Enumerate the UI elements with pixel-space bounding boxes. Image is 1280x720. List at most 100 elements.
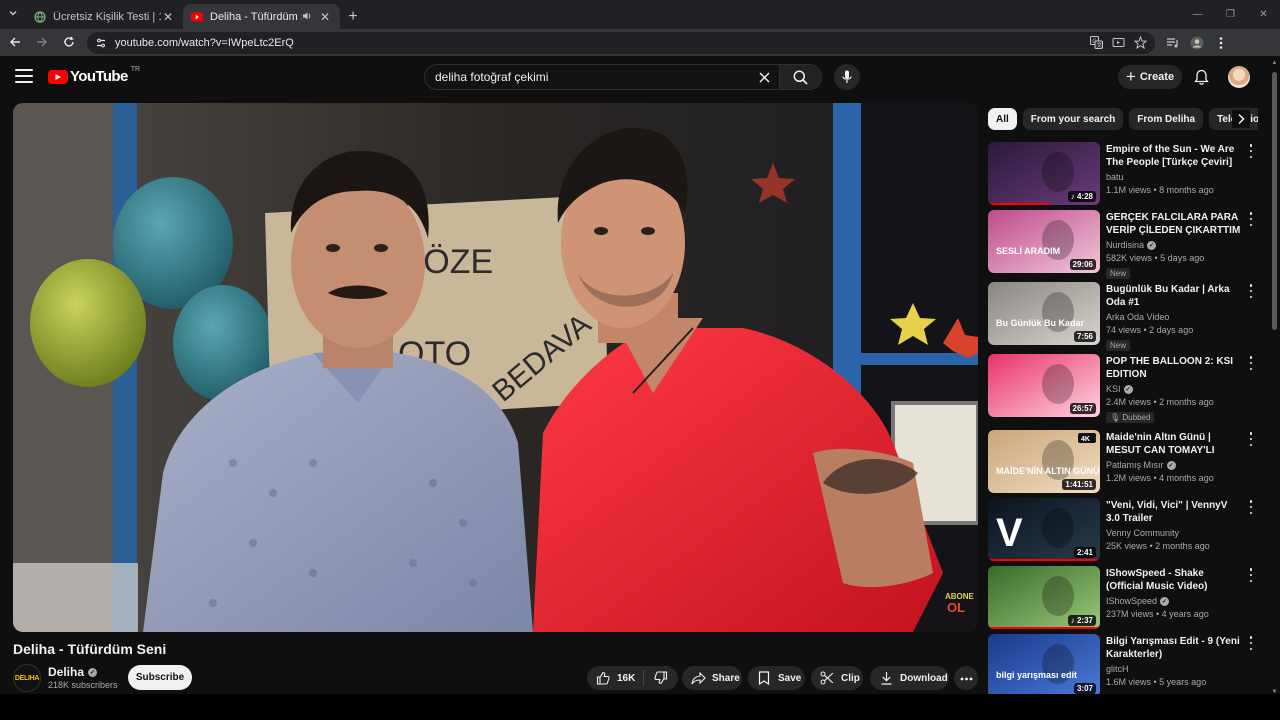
voice-search-button[interactable] — [834, 64, 860, 90]
recommendation-item[interactable]: V 2:41 "Veni, Vidi, Vici" | VennyV 3.0 Tra… — [988, 498, 1262, 562]
bookmark-icon — [756, 670, 772, 686]
video-thumbnail[interactable]: ♪ 2:37 — [988, 566, 1100, 629]
recommendation-channel[interactable]: Patlamış Mısır ✓ — [1106, 460, 1242, 470]
chip-from-deliha[interactable]: From Deliha — [1129, 108, 1204, 130]
youtube-logo[interactable]: YouTube TR — [48, 66, 140, 85]
kebab-menu-icon[interactable] — [1248, 144, 1254, 158]
recommendation-title[interactable]: IShowSpeed - Shake (Official Music Video… — [1106, 567, 1242, 593]
save-button[interactable]: Save — [748, 666, 805, 690]
recommendation-item[interactable]: bilgi yarışması edit 3:07 Bilgi Yarışması … — [988, 634, 1262, 698]
recommendation-item[interactable]: ♪ 4:28 Empire of the Sun - We Are The Peo… — [988, 142, 1262, 206]
reload-button[interactable] — [57, 31, 81, 55]
channel-name: batu — [1106, 172, 1124, 182]
search-input[interactable] — [425, 70, 749, 84]
tab-close-icon[interactable]: ✕ — [318, 10, 332, 24]
recommendation-channel[interactable]: Venny Community — [1106, 528, 1242, 538]
video-thumbnail[interactable]: V 2:41 — [988, 498, 1100, 561]
cast-icon[interactable] — [1111, 36, 1125, 50]
chevron-down-icon — [8, 8, 18, 21]
recommendation-item[interactable]: MAİDE'NİN ALTIN GÜNÜ 4K 1:41:51 Maide'nin A… — [988, 430, 1262, 494]
dislike-button[interactable] — [644, 670, 678, 686]
recommendation-title[interactable]: POP THE BALLOON 2: KSI EDITION — [1106, 355, 1242, 381]
search-button[interactable] — [779, 65, 821, 89]
video-thumbnail[interactable]: 26:57 — [988, 354, 1100, 417]
restore-icon[interactable]: ❐ — [1214, 9, 1247, 20]
video-player[interactable]: A ÖZE OTO BEDAVA ABONE OL — [13, 103, 978, 632]
watermark-line-2: OL — [947, 600, 965, 615]
tab-close-icon[interactable]: ✕ — [161, 10, 175, 24]
scroll-up-icon[interactable]: ▲ — [1271, 60, 1278, 66]
clip-button[interactable]: Clip — [811, 666, 863, 690]
more-actions-button[interactable] — [954, 666, 978, 690]
back-button[interactable] — [3, 31, 27, 55]
like-count: 16K — [617, 672, 636, 684]
hamburger-menu-icon[interactable] — [15, 69, 33, 83]
forward-button[interactable] — [30, 31, 54, 55]
create-button[interactable]: + Create — [1118, 65, 1182, 89]
download-button[interactable]: Download — [870, 666, 949, 690]
notifications-bell-icon[interactable] — [1192, 67, 1210, 87]
duration-text: 1:41:51 — [1065, 480, 1093, 489]
close-window-icon[interactable]: ✕ — [1247, 9, 1280, 20]
recommendation-channel[interactable]: Arka Oda Video — [1106, 312, 1242, 322]
recommendation-title[interactable]: Empire of the Sun - We Are The People [T… — [1106, 143, 1242, 169]
tab-search-button[interactable] — [0, 0, 26, 29]
address-bar[interactable]: youtube.com/watch?v=IWpeLtc2ErQ G文 — [87, 31, 1155, 54]
speaker-icon[interactable] — [302, 11, 312, 23]
recommendation-channel[interactable]: IShowSpeed ✓ — [1106, 596, 1242, 606]
video-thumbnail[interactable]: SESLİ ARADIM 29:06 — [988, 210, 1100, 273]
chips-next-button[interactable] — [1232, 110, 1250, 128]
video-thumbnail[interactable]: ♪ 4:28 — [988, 142, 1100, 205]
recommendation-item[interactable]: Bu Günlük Bu Kadar 7:56 Bugünlük Bu Kadar … — [988, 282, 1262, 351]
minimize-icon[interactable]: — — [1181, 9, 1214, 20]
kebab-menu-icon[interactable] — [1248, 356, 1254, 370]
recommendation-badge: New — [1106, 268, 1131, 279]
share-arrow-icon — [690, 670, 706, 686]
recommendation-title[interactable]: GERÇEK FALCILARA PARA VERİP ÇİLEDEN ÇIKA… — [1106, 211, 1242, 237]
account-avatar[interactable] — [1228, 66, 1250, 88]
translate-icon[interactable]: G文 — [1089, 36, 1103, 50]
media-controls-icon[interactable] — [1165, 35, 1181, 51]
recommendation-title[interactable]: Bilgi Yarışması Edit - 9 (Yeni Karakterl… — [1106, 635, 1242, 661]
like-button[interactable]: 16K — [587, 670, 644, 686]
site-info-icon[interactable] — [93, 35, 109, 51]
video-thumbnail[interactable]: Bu Günlük Bu Kadar 7:56 — [988, 282, 1100, 345]
youtube-favicon-icon — [191, 11, 203, 23]
star-icon[interactable] — [1133, 36, 1147, 50]
kebab-menu-icon[interactable] — [1248, 636, 1254, 650]
recommendation-channel[interactable]: glitcH — [1106, 664, 1242, 674]
kebab-menu-icon[interactable] — [1248, 212, 1254, 226]
duration-text: 7:56 — [1076, 332, 1093, 341]
clear-search-icon[interactable] — [749, 65, 779, 89]
page-scrollbar[interactable]: ▲ ▼ — [1271, 60, 1278, 695]
video-thumbnail[interactable]: MAİDE'NİN ALTIN GÜNÜ 4K 1:41:51 — [988, 430, 1100, 493]
recommendation-item[interactable]: ♪ 2:37 IShowSpeed - Shake (Official Music… — [988, 566, 1262, 630]
new-tab-button[interactable]: + — [340, 4, 366, 29]
profile-avatar-icon[interactable] — [1189, 35, 1205, 51]
browser-tab-16personalities[interactable]: Ücretsiz Kişilik Testi | 16Personalities… — [26, 4, 183, 29]
kebab-menu-icon[interactable] — [1248, 568, 1254, 582]
kebab-menu-icon[interactable] — [1248, 284, 1254, 298]
recommendation-title[interactable]: Bugünlük Bu Kadar | Arka Oda #1 — [1106, 283, 1242, 309]
share-button[interactable]: Share — [682, 666, 742, 690]
recommendation-item[interactable]: SESLİ ARADIM 29:06 GERÇEK FALCILARA PARA V… — [988, 210, 1262, 279]
kebab-menu-icon[interactable] — [1248, 432, 1254, 446]
kebab-menu-icon[interactable] — [1248, 500, 1254, 514]
search-box — [424, 64, 822, 90]
scissors-icon — [819, 670, 835, 686]
scrollbar-thumb[interactable] — [1272, 72, 1277, 330]
browser-tab-youtube[interactable]: Deliha - Tüfürdüm Seni - YouTube ✕ — [183, 4, 340, 29]
recommendation-title[interactable]: "Veni, Vidi, Vici" | VennyV 3.0 Trailer — [1106, 499, 1242, 525]
recommendation-title[interactable]: Maide'nin Altın Günü | MESUT CAN TOMAY'L… — [1106, 431, 1242, 457]
chip-from-your-search[interactable]: From your search — [1022, 108, 1124, 130]
video-thumbnail[interactable]: bilgi yarışması edit 3:07 — [988, 634, 1100, 697]
chip-all[interactable]: All — [988, 108, 1017, 130]
window-controls: — ❐ ✕ — [1181, 0, 1280, 29]
kebab-menu-icon[interactable] — [1213, 35, 1229, 51]
recommendation-channel[interactable]: Nurdisina ✓ — [1106, 240, 1242, 250]
recommendation-channel[interactable]: KSI ✓ — [1106, 384, 1242, 394]
verified-check-icon: ✓ — [1160, 596, 1170, 606]
recommendation-item[interactable]: 26:57 POP THE BALLOON 2: KSI EDITION KSI ✓ 2… — [988, 354, 1262, 423]
recommendation-channel[interactable]: batu — [1106, 172, 1242, 182]
duration-text: 26:57 — [1072, 404, 1093, 413]
